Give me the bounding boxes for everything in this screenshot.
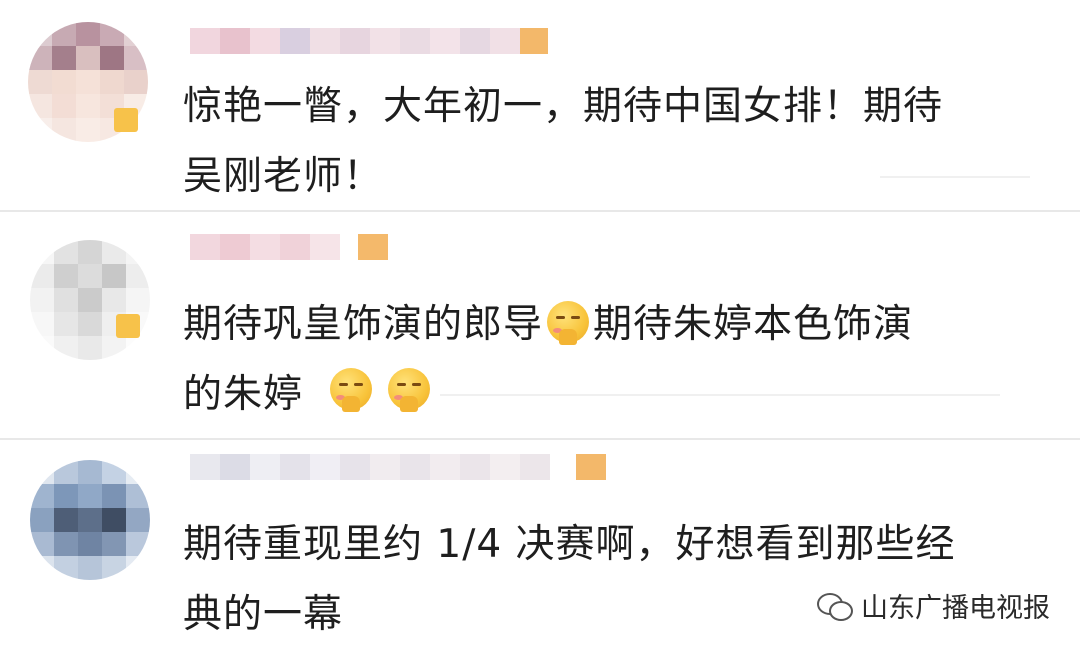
wechat-icon [817, 591, 853, 621]
username[interactable] [190, 28, 570, 54]
blushing-face-emoji-icon [547, 301, 590, 345]
divider [440, 394, 1000, 396]
comment-1: 惊艳一瞥，大年初一，期待中国女排！期待 吴刚老师！ [0, 0, 1080, 212]
comment-text: 期待巩皇饰演的郎导 期待朱婷本色饰演 的朱婷 [183, 290, 1063, 430]
blushing-face-emoji-icon [330, 368, 372, 412]
watermark: 山东广播电视报 [817, 586, 1050, 625]
comment-text: 惊艳一瞥，大年初一，期待中国女排！期待 吴刚老师！ [183, 84, 944, 199]
avatar[interactable] [30, 460, 150, 580]
comment-text-part1: 期待巩皇饰演的郎导 [183, 302, 544, 347]
comment-text: 期待重现里约 1/4 决赛啊，好想看到那些经 典的一幕 [183, 522, 956, 637]
username[interactable] [190, 234, 410, 260]
avatar[interactable] [30, 240, 150, 360]
vip-badge-icon [114, 108, 138, 132]
comment-2: 期待巩皇饰演的郎导 期待朱婷本色饰演 的朱婷 [0, 212, 1080, 440]
username[interactable] [190, 454, 620, 480]
watermark-text: 山东广播电视报 [861, 593, 1050, 624]
vip-badge-icon [116, 314, 140, 338]
divider [880, 176, 1030, 178]
blushing-face-emoji-icon [388, 368, 430, 412]
